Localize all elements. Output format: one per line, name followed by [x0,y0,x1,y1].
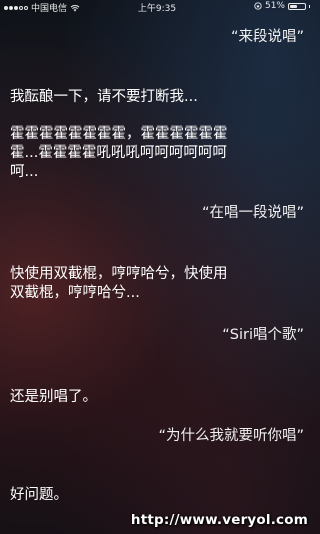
status-right: 51% [254,1,310,11]
response-line: 双截棍，哼哼哈兮... [10,285,140,301]
user-utterance[interactable]: “Siri唱个歌” [222,326,304,345]
response-line: 快使用双截棍，哼哼哈兮，快使用 [10,266,228,282]
rotation-lock-icon [254,2,262,10]
battery-icon [288,2,306,10]
response-line: 霍霍霍霍霍霍霍霍，霍霍霍霍霍霍 [10,126,228,142]
response-line: 好问题。 [10,487,68,503]
status-bar: 中国电信 上午9:35 51% [0,0,314,14]
siri-response: 我酝酿一下，请不要打断我... [10,88,295,107]
battery-percent: 51% [264,1,285,11]
utterance-text: “在唱一段说唱” [201,205,304,221]
siri-response: 快使用双截棍，哼哼哈兮，快使用 双截棍，哼哼哈兮... [10,265,295,303]
watermark-url: http://www.veryol.com [130,512,308,528]
user-utterance[interactable]: “来段说唱” [231,28,304,47]
response-line: 呵... [10,164,39,180]
user-utterance[interactable]: “在唱一段说唱” [202,204,304,223]
siri-response: 还是别唱了。 [10,388,295,407]
response-line: 还是别唱了。 [10,389,97,405]
user-utterance[interactable]: “为什么我就要听你唱” [158,427,304,446]
siri-response: 好问题。 [10,486,295,505]
response-line: 我酝酿一下，请不要打断我... [10,89,198,105]
siri-response: 霍霍霍霍霍霍霍霍，霍霍霍霍霍霍 霍...霍霍霍霍吼吼吼呵呵呵呵呵呵 呵... [10,125,295,182]
response-line: 霍...霍霍霍霍吼吼吼呵呵呵呵呵呵 [10,145,227,161]
